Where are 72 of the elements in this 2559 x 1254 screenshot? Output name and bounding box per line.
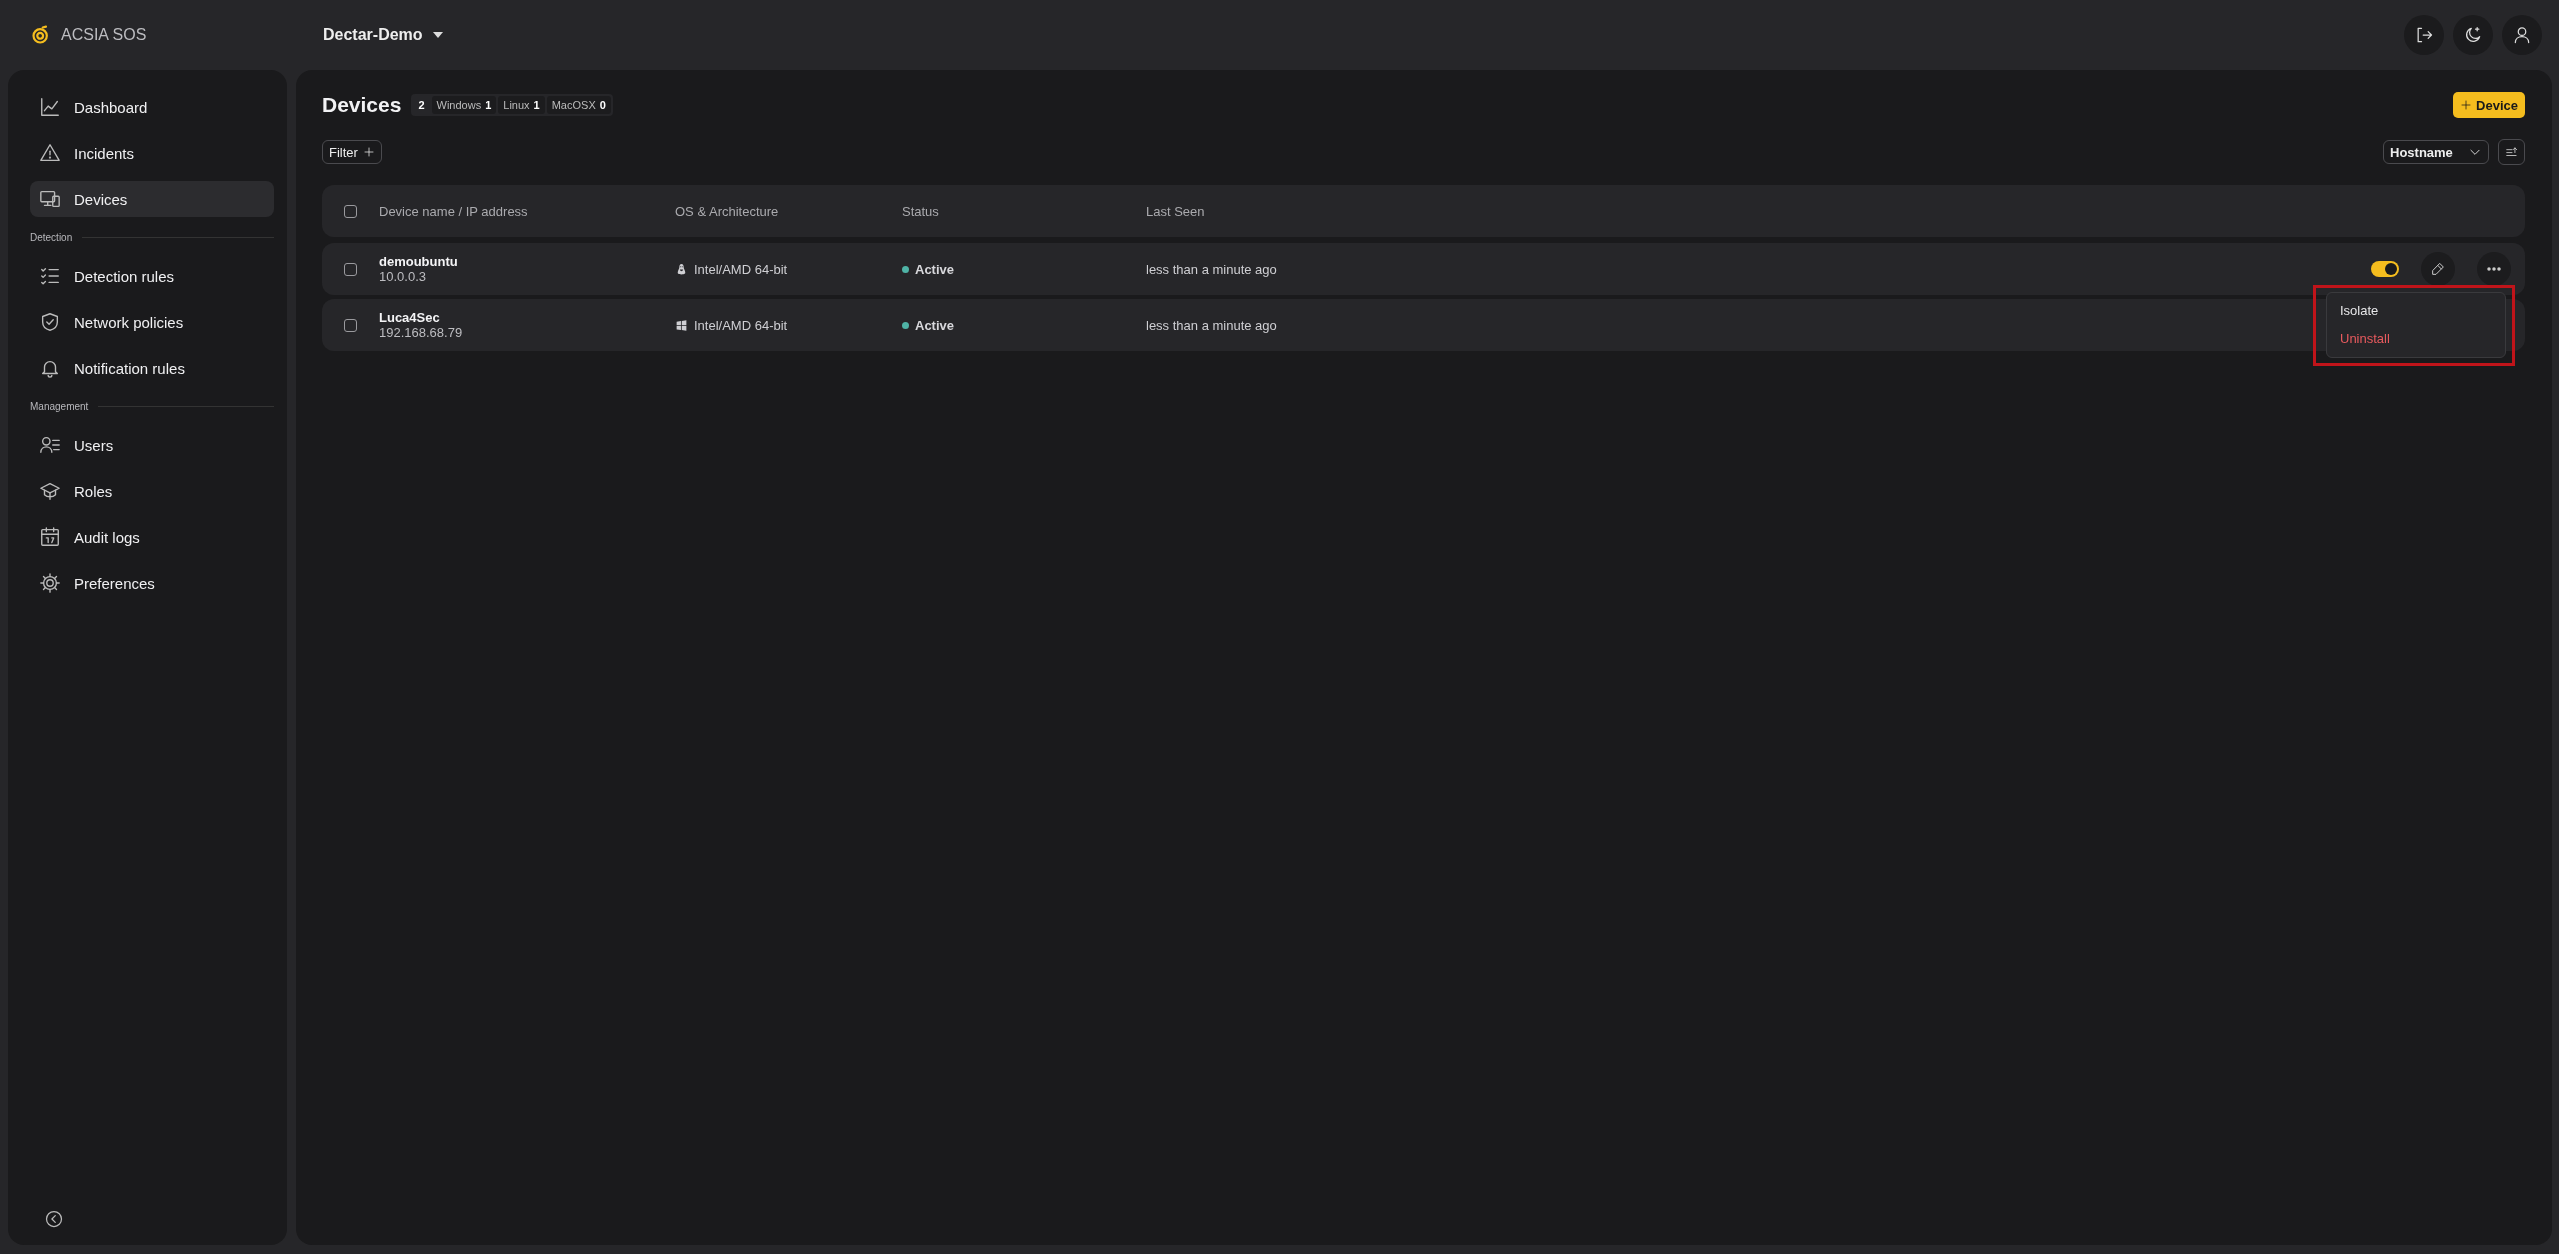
nav-item[interactable]: Roles [30,473,274,509]
ip-address: 192.168.68.79 [379,325,464,340]
section-label: Detection [30,232,73,243]
gear-icon [39,572,61,594]
checklist-icon [39,265,61,287]
filter-button[interactable]: Filter [322,140,382,164]
total-count: 2 [417,98,426,113]
organization-selector[interactable]: Dectar-Demo [323,26,443,44]
user-icon [2512,25,2532,45]
os-count: MacOSX 0 [546,96,611,114]
moon-icon [2463,25,2483,45]
nav-item[interactable]: Detection rules [30,258,274,294]
section-label: Management [30,401,89,412]
shield-icon [39,311,61,333]
os-count: Windows 1 [431,96,497,114]
ellipsis-icon [2487,267,2501,271]
column-header: OS & Architecture [675,203,780,219]
sort-order-button[interactable] [2498,139,2525,165]
sort-icon [2504,145,2519,159]
logo-icon [31,25,51,45]
enable-toggle[interactable] [2371,261,2399,277]
column-header: Device name / IP address [379,203,529,219]
nav-item[interactable]: Preferences [30,565,274,601]
os-count: Linux 1 [498,96,545,114]
add-device-button[interactable]: Device [2453,92,2525,118]
theme-button[interactable] [2453,15,2493,55]
linux-penguin-icon [675,262,688,276]
status-text: Active [915,261,955,277]
ip-address: 10.0.0.3 [379,269,427,284]
caret-icon [432,32,443,38]
windows-logo-icon [675,318,688,332]
graduation-cap-icon [39,480,61,502]
menu-item[interactable]: Isolate [2327,297,2505,325]
nav-item[interactable]: Network policies [30,304,274,340]
chart-icon [39,96,61,118]
plus-icon [2460,99,2473,111]
chevron-left-circle-icon [44,1209,64,1229]
device-row[interactable]: demoubuntu 10.0.0.3 Intel/AMD 64-bit Active less than a minute ago [322,243,2525,295]
edit-button[interactable] [2421,252,2455,286]
last-seen: less than a minute ago [1146,261,1278,277]
last-seen: less than a minute ago [1146,317,1278,333]
nav-item[interactable]: Incidents [30,135,274,171]
page-title: Devices [322,93,402,117]
sort-select[interactable]: Hostname [2383,140,2489,164]
column-header: Last Seen [1146,203,1206,219]
architecture: Intel/AMD 64-bit [694,261,788,277]
more-button[interactable] [2477,252,2511,286]
logout-button[interactable] [2404,15,2444,55]
plus-icon [362,146,375,158]
menu-item[interactable]: Uninstall [2327,325,2505,353]
device-name: Luca4Sec [379,310,441,325]
row-checkbox[interactable] [344,262,357,276]
app-name: ACSIA SOS [61,26,147,44]
nav-item[interactable]: Dashboard [30,89,274,125]
column-header: Status [902,203,940,219]
profile-button[interactable] [2502,15,2542,55]
nav-item[interactable]: Audit logs [30,519,274,555]
nav-item[interactable]: Users [30,427,274,463]
calendar-icon [39,526,61,548]
row-checkbox[interactable] [344,318,357,332]
architecture: Intel/AMD 64-bit [694,317,788,333]
status-text: Active [915,317,955,333]
status-dot [902,265,909,273]
nav-item[interactable]: Devices [30,181,274,217]
nav-item[interactable]: Notification rules [30,350,274,386]
warning-icon [39,142,61,164]
users-icon [39,434,61,456]
devices-icon [39,188,61,210]
device-name: demoubuntu [379,254,459,269]
status-dot [902,321,909,329]
pencil-icon [2430,261,2446,277]
select-all-checkbox[interactable] [344,204,357,218]
